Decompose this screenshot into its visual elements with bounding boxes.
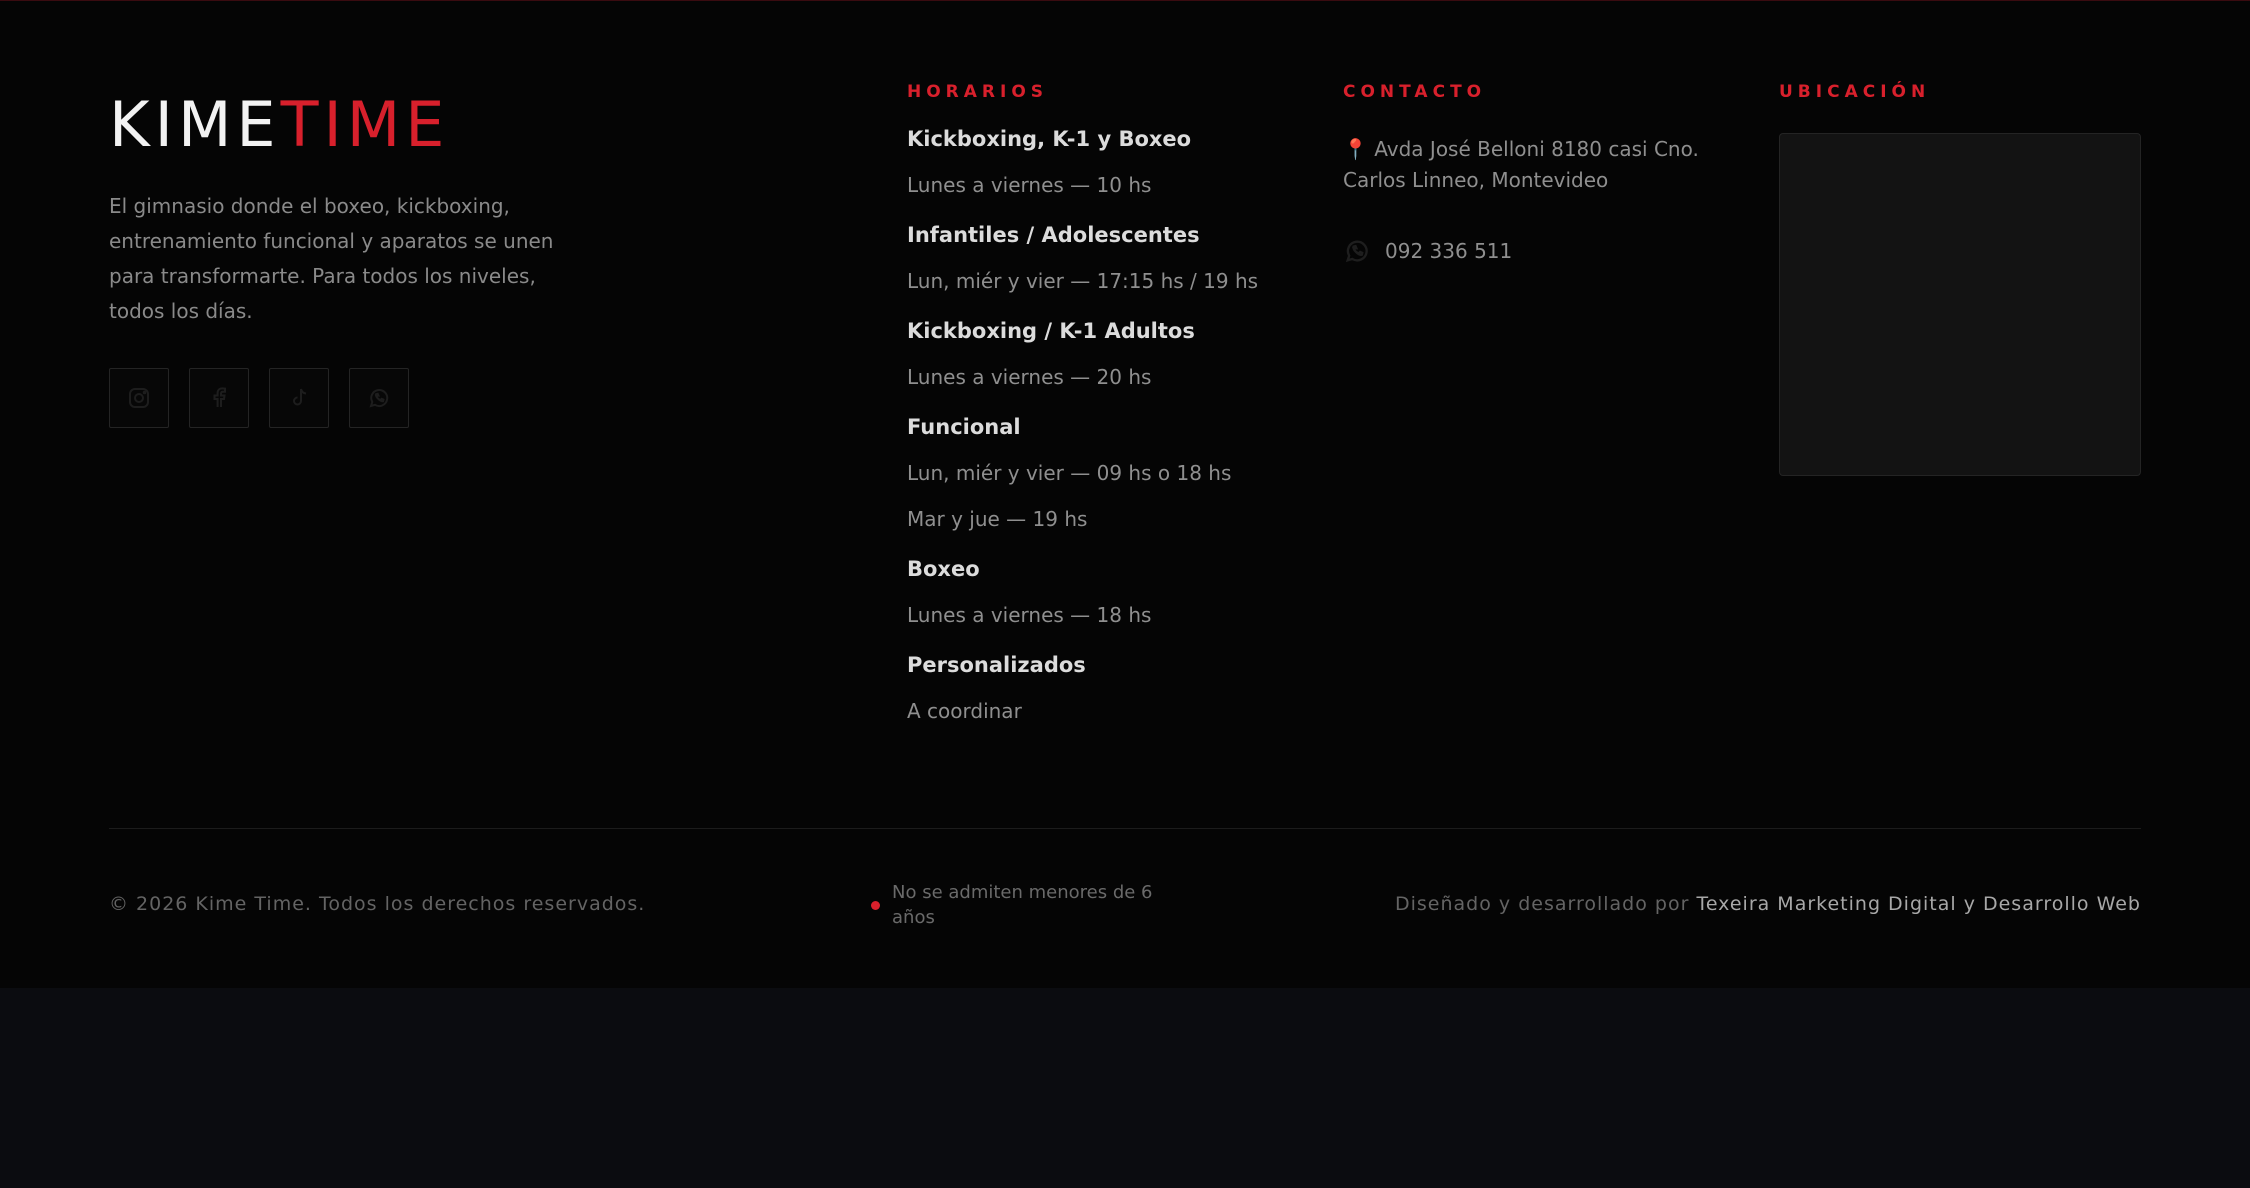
horarios-column: HORARIOS Kickboxing, K-1 y Boxeo Lunes a… xyxy=(907,80,1307,726)
logo-part-kime: KIME xyxy=(109,88,281,161)
phone-link[interactable]: 092 336 511 xyxy=(1343,236,1723,266)
ubicacion-column: UBICACIÓN xyxy=(1779,80,2141,476)
whatsapp-link[interactable] xyxy=(349,368,409,428)
age-notice-text: No se admiten menores de 6 años xyxy=(892,882,1153,928)
horarios-heading: HORARIOS xyxy=(907,82,1049,102)
schedule-list: Kickboxing, K-1 y Boxeo Lunes a viernes … xyxy=(907,124,1307,726)
logo[interactable]: KIMETIME xyxy=(109,87,579,163)
footer-divider xyxy=(109,828,2141,829)
schedule-line: Mar y jue — 19 hs xyxy=(907,507,1088,531)
schedule-title: Kickboxing, K-1 y Boxeo xyxy=(907,127,1192,151)
facebook-icon xyxy=(213,387,226,407)
schedule-title: Funcional xyxy=(907,415,1021,439)
social-links xyxy=(109,368,409,428)
ubicacion-heading: UBICACIÓN xyxy=(1779,82,1931,102)
instagram-icon xyxy=(129,388,149,408)
credits-prefix: Diseñado y desarrollado por xyxy=(1395,893,1690,915)
tiktok-icon xyxy=(293,388,307,406)
map-embed[interactable] xyxy=(1779,133,2141,476)
schedule-line: Lunes a viernes — 20 hs xyxy=(907,365,1152,389)
whatsapp-icon xyxy=(1345,240,1368,263)
schedule-title: Infantiles / Adolescentes xyxy=(907,223,1200,247)
facebook-link[interactable] xyxy=(189,368,249,428)
map-pin-icon: 📍 xyxy=(1343,137,1368,161)
schedule-title: Boxeo xyxy=(907,557,980,581)
phone-number: 092 336 511 xyxy=(1385,239,1513,263)
contacto-column: CONTACTO 📍 Avda José Belloni 8180 casi C… xyxy=(1343,80,1723,266)
address-text: Avda José Belloni 8180 casi Cno. Carlos … xyxy=(1343,137,1699,192)
notice-dot-icon xyxy=(871,900,880,910)
schedule-line: Lun, miér y vier — 17:15 hs / 19 hs xyxy=(907,269,1259,293)
tiktok-link[interactable] xyxy=(269,368,329,428)
site-footer: KIMETIME El gimnasio donde el boxeo, kic… xyxy=(0,0,2250,988)
instagram-link[interactable] xyxy=(109,368,169,428)
schedule-line: Lun, miér y vier — 09 hs o 18 hs xyxy=(907,461,1232,485)
contacto-heading: CONTACTO xyxy=(1343,82,1487,102)
schedule-title: Kickboxing / K-1 Adultos xyxy=(907,319,1195,343)
logo-part-time: TIME xyxy=(280,88,450,161)
schedule-line: Lunes a viernes — 18 hs xyxy=(907,603,1152,627)
credits: Diseñado y desarrollado por Texeira Mark… xyxy=(1395,891,2141,917)
age-notice: No se admiten menores de 6 años xyxy=(871,880,1162,930)
copyright: © 2026 Kime Time. Todos los derechos res… xyxy=(109,893,646,915)
brand-tagline: El gimnasio donde el boxeo, kickboxing, … xyxy=(109,194,554,323)
schedule-title: Personalizados xyxy=(907,653,1086,677)
whatsapp-icon xyxy=(369,389,389,408)
schedule-line: A coordinar xyxy=(907,699,1022,723)
credits-link[interactable]: Texeira Marketing Digital y Desarrollo W… xyxy=(1696,893,2141,915)
address[interactable]: 📍 Avda José Belloni 8180 casi Cno. Carlo… xyxy=(1343,134,1713,196)
brand-column: KIMETIME El gimnasio donde el boxeo, kic… xyxy=(109,87,579,428)
schedule-line: Lunes a viernes — 10 hs xyxy=(907,173,1152,197)
